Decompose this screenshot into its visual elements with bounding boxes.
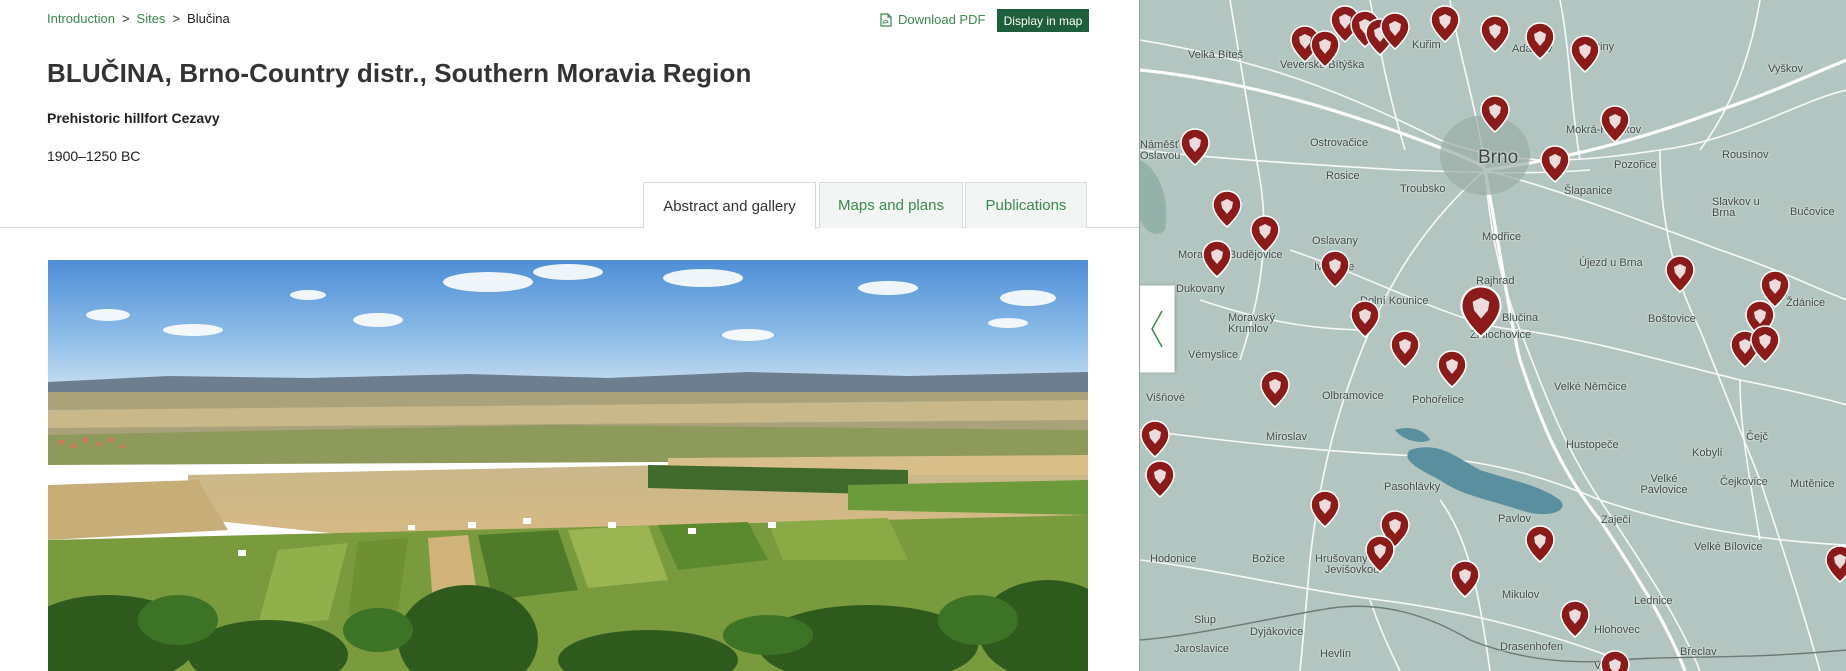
place-label: Mutěnice <box>1790 478 1835 490</box>
place-label: Modřice <box>1482 231 1522 243</box>
breadcrumb-sites[interactable]: Sites <box>137 11 166 26</box>
map-marker-icon[interactable] <box>1430 5 1460 43</box>
place-label: Višňové <box>1146 392 1185 404</box>
breadcrumb-current: Blučina <box>187 11 230 26</box>
place-label: Mikulov <box>1502 589 1540 601</box>
map-marker-icon[interactable] <box>1665 255 1695 293</box>
map-marker-icon[interactable] <box>1560 600 1590 638</box>
map-marker-icon[interactable] <box>1750 325 1780 363</box>
chevron-left-icon <box>1151 310 1163 348</box>
place-label: Pozořice <box>1614 159 1657 171</box>
map-marker-icon[interactable] <box>1437 350 1467 388</box>
place-label: Hodonice <box>1150 553 1197 565</box>
map-marker-icon[interactable] <box>1600 650 1630 671</box>
site-subtitle: Prehistoric hillfort Cezavy <box>47 110 220 126</box>
place-label: Slavkov u Brna <box>1712 196 1760 219</box>
place-label: Pavlov <box>1498 513 1532 525</box>
place-label: Moravský Krumlov <box>1228 312 1276 335</box>
sites-map[interactable]: Velká Bíteš Veverská Bítýška Kuřim Adamo… <box>1139 0 1846 671</box>
place-label: Jaroslavice <box>1174 643 1230 655</box>
breadcrumb: Introduction > Sites > Blučina <box>47 11 230 26</box>
breadcrumb-separator: > <box>121 11 130 26</box>
place-label: Dukovany <box>1176 283 1225 295</box>
map-marker-icon[interactable] <box>1540 145 1570 183</box>
place-label: Šlapanice <box>1564 185 1613 197</box>
map-marker-icon[interactable] <box>1140 420 1170 458</box>
map-marker-icon[interactable] <box>1310 490 1340 528</box>
display-in-map-button[interactable]: Display in map <box>997 9 1089 32</box>
map-marker-icon[interactable] <box>1212 190 1242 228</box>
place-label: Božice <box>1252 553 1286 565</box>
gallery-photo[interactable] <box>48 260 1088 671</box>
map-marker-icon[interactable] <box>1350 300 1380 338</box>
place-label: Rousínov <box>1722 149 1769 161</box>
site-dating: 1900–1250 BC <box>47 148 141 164</box>
tab-abstract-and-gallery[interactable]: Abstract and gallery <box>643 182 816 229</box>
place-label: Boštovice <box>1648 313 1696 325</box>
map-marker-icon[interactable] <box>1600 105 1630 143</box>
place-label: Újezd u Brna <box>1579 257 1643 269</box>
place-label: Čejkovice <box>1720 476 1768 488</box>
map-marker-icon[interactable] <box>1460 285 1502 339</box>
place-label: Čejč <box>1746 431 1769 443</box>
place-label: Velké Pavlovice <box>1640 473 1688 496</box>
map-marker-icon[interactable] <box>1250 215 1280 253</box>
map-marker-icon[interactable] <box>1480 95 1510 133</box>
place-label: Hustopeče <box>1566 439 1619 451</box>
map-marker-icon[interactable] <box>1380 12 1410 50</box>
place-label: Dyjákovice <box>1250 626 1304 638</box>
tab-publications[interactable]: Publications <box>965 182 1087 228</box>
place-label: Lednice <box>1634 595 1673 607</box>
place-label: Olbramovice <box>1322 390 1384 402</box>
map-marker-icon[interactable] <box>1760 270 1790 308</box>
place-label: Ostrovačice <box>1310 137 1369 149</box>
tab-maps-and-plans[interactable]: Maps and plans <box>819 182 963 228</box>
place-label: Břeclav <box>1680 646 1717 658</box>
place-label: Slup <box>1194 614 1217 626</box>
place-label: Vémyslice <box>1188 349 1239 361</box>
place-label: Blučina <box>1502 312 1539 324</box>
map-marker-icon[interactable] <box>1390 330 1420 368</box>
map-marker-icon[interactable] <box>1320 250 1350 288</box>
place-label: Ždánice <box>1786 297 1826 309</box>
place-label: Velká Bíteš <box>1188 49 1244 61</box>
breadcrumb-introduction[interactable]: Introduction <box>47 11 115 26</box>
map-marker-icon[interactable] <box>1260 370 1290 408</box>
place-label: Miroslav <box>1266 431 1307 443</box>
place-label: Drasenhofen <box>1500 641 1563 653</box>
place-label: Velké Bílovice <box>1694 541 1763 553</box>
map-marker-icon[interactable] <box>1480 15 1510 53</box>
breadcrumb-separator: > <box>172 11 181 26</box>
map-marker-icon[interactable] <box>1145 460 1175 498</box>
map-marker-icon[interactable] <box>1450 560 1480 598</box>
place-label: Vyškov <box>1768 63 1804 75</box>
map-marker-icon[interactable] <box>1525 525 1555 563</box>
map-marker-icon[interactable] <box>1180 128 1210 166</box>
place-label: Troubsko <box>1400 183 1446 195</box>
map-marker-icon[interactable] <box>1825 545 1846 583</box>
collapse-map-button[interactable] <box>1140 285 1175 373</box>
site-detail-panel: Introduction > Sites > Blučina Download … <box>0 0 1139 671</box>
place-label: Velké Němčice <box>1554 381 1627 393</box>
page-title: BLUČINA, Brno-Country distr., Southern M… <box>47 58 752 88</box>
map-marker-icon[interactable] <box>1525 22 1555 60</box>
place-label: Kobylí <box>1692 447 1723 459</box>
map-marker-icon[interactable] <box>1310 30 1340 68</box>
map-marker-icon[interactable] <box>1202 240 1232 278</box>
place-label: Oslavany <box>1312 235 1358 247</box>
download-pdf-link[interactable]: Download PDF <box>880 12 985 27</box>
pdf-icon <box>880 12 892 27</box>
place-label: Hevlín <box>1320 648 1352 660</box>
place-label: Rosice <box>1326 170 1360 182</box>
place-label: Pasohlávky <box>1384 481 1441 493</box>
map-marker-icon[interactable] <box>1570 35 1600 73</box>
download-pdf-label: Download PDF <box>898 12 986 27</box>
map-marker-icon[interactable] <box>1365 535 1395 573</box>
place-label: Hlohovec <box>1594 624 1640 636</box>
place-label: Bučovice <box>1790 206 1835 218</box>
place-label-city: Brno <box>1478 147 1519 168</box>
place-label: Pohořelice <box>1412 394 1464 406</box>
place-label: Zaječí <box>1601 514 1631 526</box>
